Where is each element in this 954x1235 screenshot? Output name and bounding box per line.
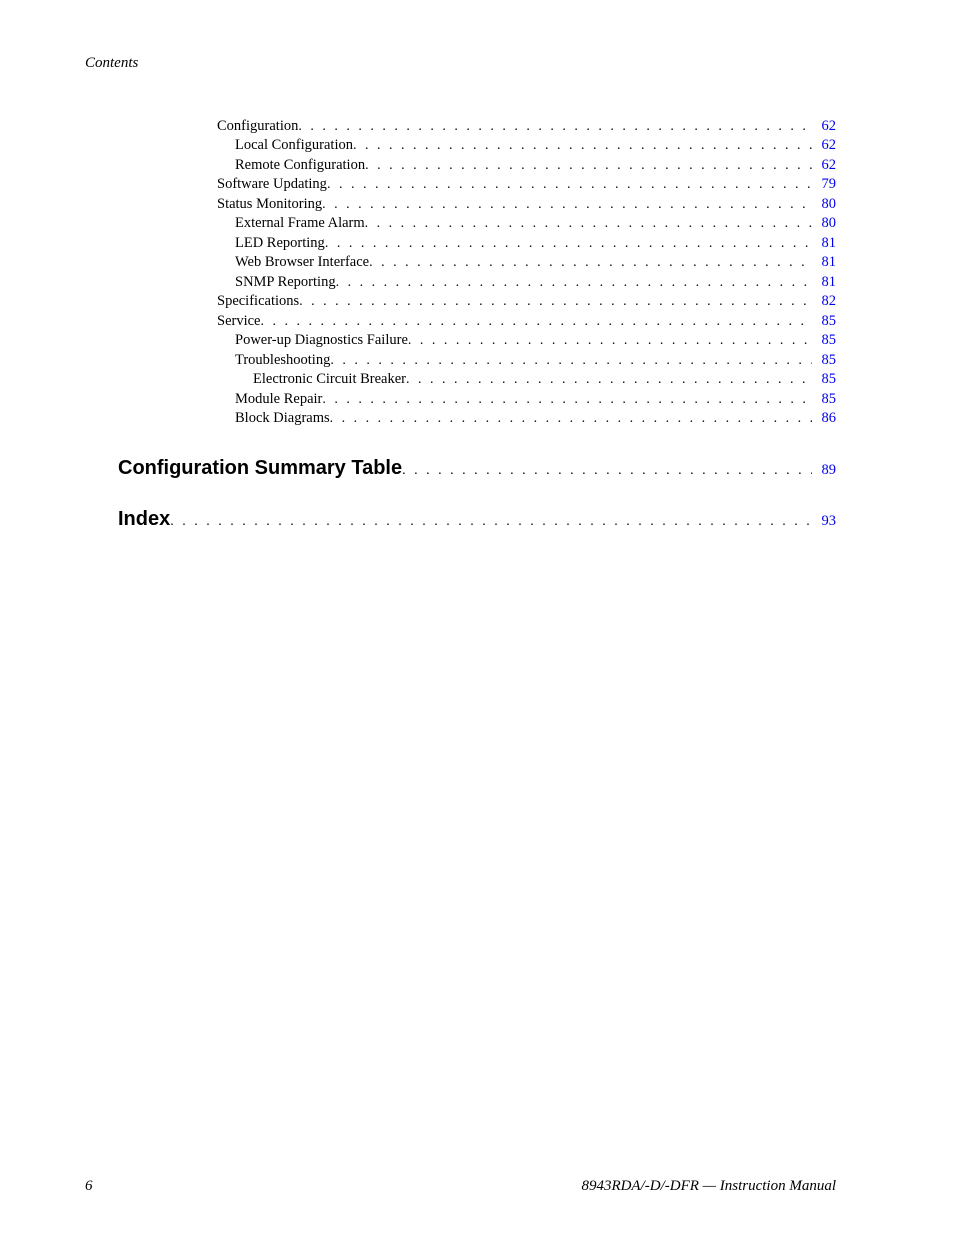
toc-entry-title: Specifications bbox=[217, 292, 299, 311]
toc-entry: Power-up Diagnostics Failure 85 bbox=[217, 331, 836, 350]
toc-leader-dots bbox=[406, 371, 812, 389]
section-title: Index bbox=[118, 508, 170, 531]
toc-list: Configuration 62Local Configuration 62Re… bbox=[217, 117, 836, 429]
toc-entry-page-link[interactable]: 85 bbox=[812, 351, 836, 370]
toc-entry-title: Block Diagrams bbox=[217, 409, 330, 428]
section-entry: Index 93 bbox=[118, 508, 836, 531]
footer-text: 8943RDA/-D/-DFR — Instruction Manual bbox=[581, 1178, 836, 1195]
document-page: Contents Configuration 62Local Configura… bbox=[0, 0, 954, 1235]
toc-leader-dots bbox=[299, 293, 812, 311]
toc-entry-page-link[interactable]: 81 bbox=[812, 234, 836, 253]
toc-entry-page-link[interactable]: 80 bbox=[812, 214, 836, 233]
toc-entry-title: Web Browser Interface bbox=[217, 253, 369, 272]
toc-leader-dots bbox=[330, 410, 812, 428]
section-row: Index 93 bbox=[118, 508, 836, 531]
toc-entry-title: Remote Configuration bbox=[217, 156, 365, 175]
toc-entry: Module Repair 85 bbox=[217, 390, 836, 409]
sections-container: Configuration Summary Table 89 Index 93 bbox=[85, 457, 836, 531]
section-page-link[interactable]: 93 bbox=[812, 513, 836, 530]
page-footer: 6 8943RDA/-D/-DFR — Instruction Manual bbox=[85, 1178, 836, 1195]
toc-entry: Configuration 62 bbox=[217, 117, 836, 136]
page-header: Contents bbox=[85, 55, 836, 72]
section-entry: Configuration Summary Table 89 bbox=[118, 457, 836, 480]
toc-leader-dots bbox=[325, 235, 812, 253]
toc-entry-page-link[interactable]: 62 bbox=[812, 156, 836, 175]
section-page-link[interactable]: 89 bbox=[812, 462, 836, 479]
toc-entry-page-link[interactable]: 81 bbox=[812, 253, 836, 272]
toc-entry-title: Module Repair bbox=[217, 390, 322, 409]
toc-leader-dots bbox=[260, 313, 812, 331]
toc-entry: Electronic Circuit Breaker 85 bbox=[217, 370, 836, 389]
toc-leader-dots bbox=[408, 332, 812, 350]
footer-page-number: 6 bbox=[85, 1178, 93, 1195]
toc-entry-page-link[interactable]: 85 bbox=[812, 331, 836, 350]
toc-entry-page-link[interactable]: 85 bbox=[812, 312, 836, 331]
toc-entry-title: Configuration bbox=[217, 117, 298, 136]
toc-entry-title: Power-up Diagnostics Failure bbox=[217, 331, 408, 350]
toc-entry: LED Reporting 81 bbox=[217, 234, 836, 253]
toc-entry: Software Updating 79 bbox=[217, 175, 836, 194]
toc-entry-title: External Frame Alarm bbox=[217, 214, 365, 233]
toc-entry-page-link[interactable]: 80 bbox=[812, 195, 836, 214]
toc-entry-title: Status Monitoring bbox=[217, 195, 322, 214]
toc-leader-dots bbox=[298, 118, 812, 136]
toc-entry: Web Browser Interface 81 bbox=[217, 253, 836, 272]
toc-leader-dots bbox=[365, 215, 812, 233]
toc-entry-title: Electronic Circuit Breaker bbox=[217, 370, 406, 389]
toc-leader-dots bbox=[353, 137, 812, 155]
toc-leader-dots bbox=[322, 196, 812, 214]
toc-leader-dots bbox=[365, 157, 812, 175]
toc-entry: Status Monitoring 80 bbox=[217, 195, 836, 214]
toc-entry-page-link[interactable]: 79 bbox=[812, 175, 836, 194]
toc-entry: Troubleshooting 85 bbox=[217, 351, 836, 370]
section-leader-dots bbox=[402, 463, 812, 479]
toc-leader-dots bbox=[330, 352, 812, 370]
toc-entry-page-link[interactable]: 62 bbox=[812, 117, 836, 136]
toc-entry-title: Service bbox=[217, 312, 260, 331]
toc-entry-page-link[interactable]: 62 bbox=[812, 136, 836, 155]
toc-leader-dots bbox=[327, 176, 812, 194]
toc-entry-page-link[interactable]: 86 bbox=[812, 409, 836, 428]
toc-entry-title: SNMP Reporting bbox=[217, 273, 336, 292]
toc-entry: External Frame Alarm 80 bbox=[217, 214, 836, 233]
toc-entry: Remote Configuration 62 bbox=[217, 156, 836, 175]
toc-entry: SNMP Reporting 81 bbox=[217, 273, 836, 292]
toc-entry-page-link[interactable]: 81 bbox=[812, 273, 836, 292]
toc-entry: Service 85 bbox=[217, 312, 836, 331]
toc-entry: Local Configuration 62 bbox=[217, 136, 836, 155]
toc-entry-page-link[interactable]: 85 bbox=[812, 390, 836, 409]
toc-entry: Specifications 82 bbox=[217, 292, 836, 311]
toc-entry-page-link[interactable]: 82 bbox=[812, 292, 836, 311]
toc-entry-title: LED Reporting bbox=[217, 234, 325, 253]
toc-leader-dots bbox=[322, 391, 812, 409]
toc-leader-dots bbox=[369, 254, 812, 272]
section-leader-dots bbox=[170, 514, 812, 530]
section-title: Configuration Summary Table bbox=[118, 457, 402, 480]
toc-entry: Block Diagrams 86 bbox=[217, 409, 836, 428]
toc-entry-title: Local Configuration bbox=[217, 136, 353, 155]
section-row: Configuration Summary Table 89 bbox=[118, 457, 836, 480]
toc-leader-dots bbox=[336, 274, 812, 292]
toc-entry-title: Troubleshooting bbox=[217, 351, 330, 370]
toc-entry-title: Software Updating bbox=[217, 175, 327, 194]
toc-entry-page-link[interactable]: 85 bbox=[812, 370, 836, 389]
